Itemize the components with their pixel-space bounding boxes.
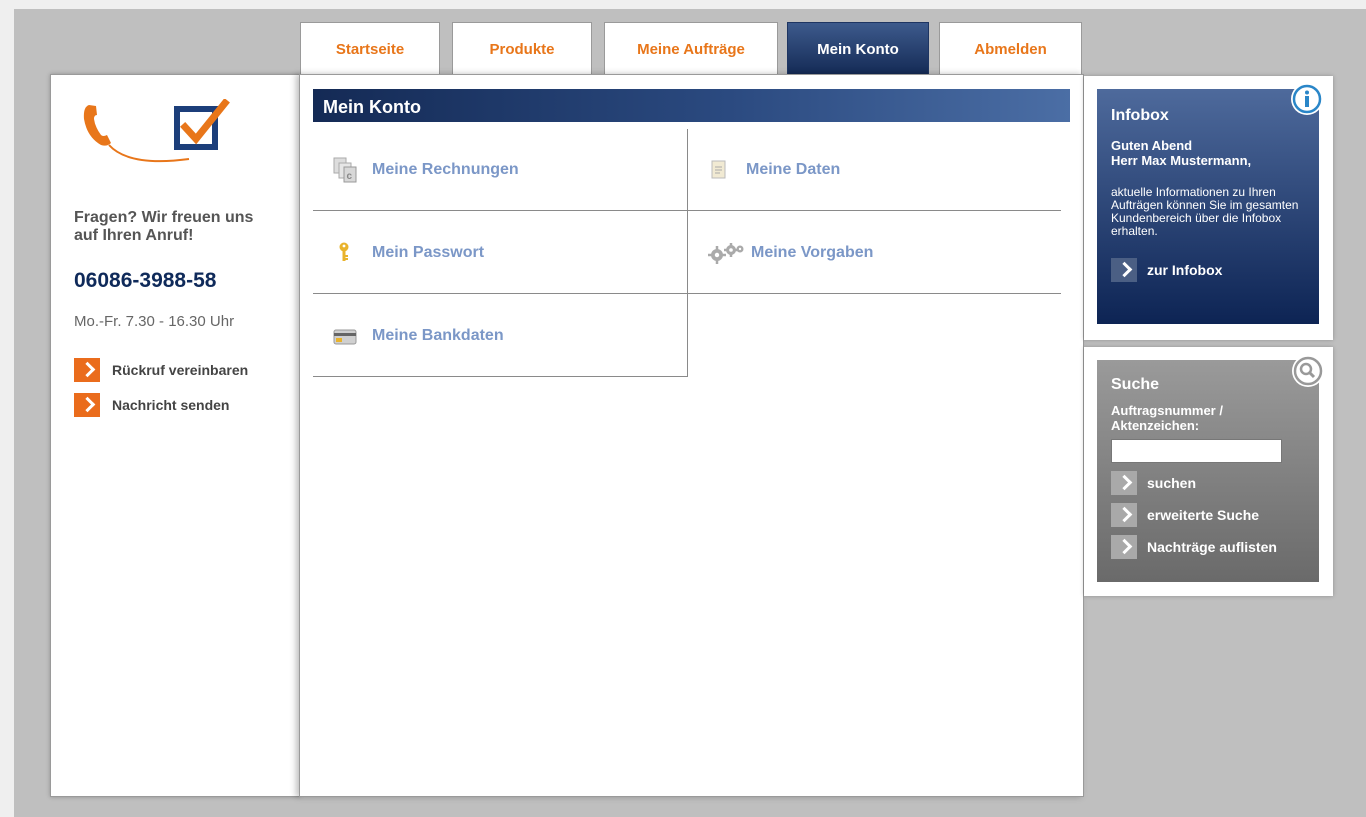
chevron-right-icon bbox=[1111, 471, 1137, 495]
tab-produkte[interactable]: Produkte bbox=[452, 22, 592, 75]
chevron-right-icon bbox=[74, 393, 100, 417]
info-icon bbox=[1291, 83, 1323, 115]
key-icon bbox=[332, 240, 358, 266]
infobox-panel: Infobox Guten Abend Herr Max Mustermann,… bbox=[1084, 76, 1333, 340]
magnifier-icon bbox=[1292, 355, 1324, 387]
send-message-label: Nachricht senden bbox=[112, 397, 230, 413]
chevron-right-icon bbox=[1111, 258, 1137, 282]
search-label-line2: Aktenzeichen: bbox=[1111, 418, 1200, 433]
send-message-link[interactable]: Nachricht senden bbox=[74, 393, 229, 417]
greeting-name: Herr Max Mustermann, bbox=[1111, 153, 1252, 168]
opening-hours: Mo.-Fr. 7.30 - 16.30 Uhr bbox=[74, 313, 235, 330]
main-content: Mein Konto c Meine Rechnungen Meine Date… bbox=[299, 74, 1084, 797]
grid-divider bbox=[687, 129, 688, 377]
menu-item-vorgaben[interactable]: Meine Vorgaben bbox=[687, 212, 1061, 294]
infobox-link-label: zur Infobox bbox=[1147, 262, 1223, 278]
menu-item-label: Meine Rechnungen bbox=[372, 161, 519, 178]
greeting-line: Guten Abend bbox=[1111, 138, 1193, 153]
search-label-line1: Auftragsnummer / bbox=[1111, 403, 1223, 418]
menu-item-label: Mein Passwort bbox=[372, 244, 485, 261]
infobox-text: aktuelle Informationen zu Ihren Aufträge… bbox=[1111, 185, 1299, 238]
menu-item-rechnungen[interactable]: c Meine Rechnungen bbox=[313, 129, 687, 211]
infobox: Infobox Guten Abend Herr Max Mustermann,… bbox=[1097, 89, 1319, 324]
search-title: Suche bbox=[1111, 376, 1160, 393]
chevron-right-icon bbox=[74, 358, 100, 382]
gears-icon bbox=[707, 240, 745, 266]
document-icon bbox=[706, 157, 732, 183]
advanced-search-link[interactable]: erweiterte Suche bbox=[1111, 503, 1305, 527]
infobox-title: Infobox bbox=[1111, 107, 1169, 124]
section-title: Mein Konto bbox=[313, 89, 1070, 122]
menu-item-bankdaten[interactable]: Meine Bankdaten bbox=[313, 295, 687, 377]
tab-abmelden[interactable]: Abmelden bbox=[939, 22, 1082, 75]
search-button-label: suchen bbox=[1147, 475, 1197, 491]
grid-divider bbox=[313, 293, 1061, 294]
menu-item-label: Meine Vorgaben bbox=[751, 244, 874, 261]
menu-item-passwort[interactable]: Mein Passwort bbox=[313, 212, 687, 294]
search-panel: Suche Auftragsnummer / Aktenzeichen: suc… bbox=[1084, 347, 1333, 596]
contact-sidebar: Fragen? Wir freuen uns auf Ihren Anruf! … bbox=[50, 74, 300, 797]
tab-meine-auftraege[interactable]: Meine Aufträge bbox=[604, 22, 778, 75]
advanced-search-label: erweiterte Suche bbox=[1147, 507, 1260, 523]
phone-number: 06086-3988-58 bbox=[74, 269, 217, 292]
infobox-link[interactable]: zur Infobox bbox=[1111, 258, 1305, 282]
invoice-icon: c bbox=[332, 157, 358, 183]
contact-question: Fragen? Wir freuen uns auf Ihren Anruf! bbox=[74, 209, 254, 244]
callback-label: Rückruf vereinbaren bbox=[112, 362, 249, 378]
search-button[interactable]: suchen bbox=[1111, 471, 1305, 495]
list-supplements-link[interactable]: Nachträge auflisten bbox=[1111, 535, 1305, 559]
callback-link[interactable]: Rückruf vereinbaren bbox=[74, 358, 248, 382]
menu-item-label: Meine Bankdaten bbox=[372, 327, 504, 344]
order-number-input[interactable] bbox=[1111, 439, 1282, 463]
bank-card-icon bbox=[332, 323, 358, 349]
menu-item-label: Meine Daten bbox=[746, 161, 841, 178]
tab-startseite[interactable]: Startseite bbox=[300, 22, 440, 75]
chevron-right-icon bbox=[1111, 503, 1137, 527]
searchbox: Suche Auftragsnummer / Aktenzeichen: suc… bbox=[1097, 360, 1319, 582]
svg-text:c: c bbox=[347, 171, 353, 182]
phone-checkmark-logo-icon bbox=[83, 99, 230, 163]
grid-divider bbox=[313, 210, 1061, 211]
grid-divider bbox=[313, 376, 687, 377]
chevron-right-icon bbox=[1111, 535, 1137, 559]
menu-item-daten[interactable]: Meine Daten bbox=[687, 129, 1061, 211]
tab-mein-konto[interactable]: Mein Konto bbox=[787, 22, 929, 75]
list-supplements-label: Nachträge auflisten bbox=[1147, 539, 1277, 555]
